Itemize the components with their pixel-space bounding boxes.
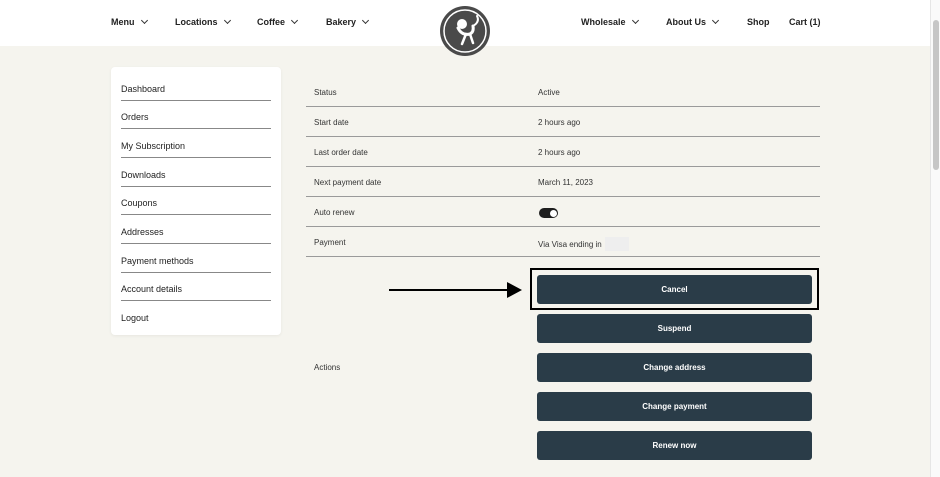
nav-shop[interactable]: Shop — [747, 17, 770, 27]
cancel-button[interactable]: Cancel — [537, 275, 812, 304]
row-divider — [306, 196, 820, 197]
row-divider — [306, 256, 820, 257]
nav-locations[interactable]: Locations — [175, 16, 231, 27]
sidebar-item-dashboard[interactable]: Dashboard — [121, 72, 271, 101]
auto-renew-toggle[interactable] — [539, 208, 558, 218]
sidebar-item-account-details[interactable]: Account details — [121, 272, 271, 301]
start-date-value: 2 hours ago — [538, 118, 581, 127]
nav-menu-label: Menu — [111, 17, 135, 27]
arrow-right-icon — [507, 282, 522, 298]
sidebar-item-downloads[interactable]: Downloads — [121, 158, 271, 187]
auto-renew-label: Auto renew — [314, 208, 355, 217]
payment-value-text: Via Visa ending in — [538, 240, 602, 250]
nav-menu[interactable]: Menu — [111, 16, 148, 27]
monkey-logo-icon[interactable] — [440, 6, 490, 56]
sidebar-item-payment-methods[interactable]: Payment methods — [121, 244, 271, 273]
chevron-down-icon — [140, 16, 148, 25]
sidebar-item-my-subscription[interactable]: My Subscription — [121, 129, 271, 158]
change-payment-button[interactable]: Change payment — [537, 392, 812, 421]
chevron-down-icon — [631, 16, 639, 25]
page-scrollbar[interactable] — [930, 0, 940, 477]
last-order-date-label: Last order date — [314, 148, 368, 157]
nav-about-us-label: About Us — [666, 17, 706, 27]
nav-bakery-label: Bakery — [326, 17, 357, 27]
chevron-down-icon — [361, 16, 370, 25]
annotation-arrow-line — [389, 289, 509, 291]
row-divider — [306, 226, 820, 227]
monkey-logo-svg — [443, 9, 487, 53]
account-sidebar: Dashboard Orders My Subscription Downloa… — [111, 67, 281, 335]
nav-locations-label: Locations — [175, 17, 218, 27]
last-order-date-value: 2 hours ago — [538, 148, 581, 157]
scrollbar-thumb[interactable] — [933, 20, 939, 170]
sidebar-item-addresses[interactable]: Addresses — [121, 215, 271, 244]
toggle-knob — [549, 209, 557, 217]
sidebar-item-coupons[interactable]: Coupons — [121, 186, 271, 215]
next-payment-date-label: Next payment date — [314, 178, 382, 187]
payment-value: Via Visa ending in — [538, 237, 629, 252]
status-label: Status — [314, 88, 337, 97]
change-address-button[interactable]: Change address — [537, 353, 812, 382]
sidebar-item-logout[interactable]: Logout — [121, 301, 271, 330]
chevron-down-icon — [290, 16, 299, 25]
nav-wholesale[interactable]: Wholesale — [581, 16, 639, 27]
nav-bakery[interactable]: Bakery — [326, 16, 370, 27]
payment-label: Payment — [314, 238, 346, 247]
next-payment-date-value: March 11, 2023 — [538, 178, 593, 187]
chevron-down-icon — [711, 16, 720, 25]
sidebar-item-orders[interactable]: Orders — [121, 100, 271, 129]
actions-label: Actions — [314, 363, 341, 372]
redacted-card-digits — [604, 237, 629, 251]
status-value: Active — [538, 88, 560, 97]
nav-cart[interactable]: Cart (1) — [789, 17, 821, 27]
row-divider — [306, 136, 820, 137]
nav-wholesale-label: Wholesale — [581, 17, 626, 27]
row-divider — [306, 106, 820, 107]
nav-coffee[interactable]: Coffee — [257, 16, 299, 27]
renew-now-button[interactable]: Renew now — [537, 431, 812, 460]
start-date-label: Start date — [314, 118, 349, 127]
nav-about-us[interactable]: About Us — [666, 16, 720, 27]
suspend-button[interactable]: Suspend — [537, 314, 812, 343]
chevron-down-icon — [223, 16, 231, 25]
nav-coffee-label: Coffee — [257, 17, 286, 27]
row-divider — [306, 166, 820, 167]
